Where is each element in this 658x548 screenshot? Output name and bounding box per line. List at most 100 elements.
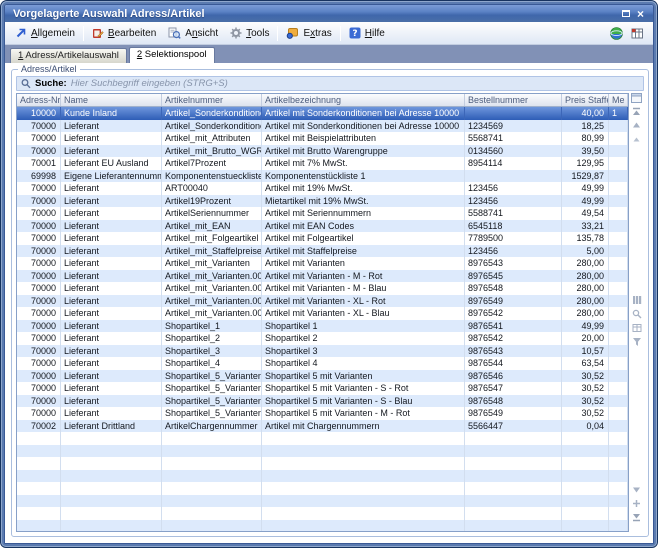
edit-icon <box>92 27 104 39</box>
table-row[interactable]: 70000LieferantShopartikel_1Shopartikel 1… <box>17 320 628 333</box>
cell: Lieferant <box>61 220 162 233</box>
cell <box>609 495 628 508</box>
cell <box>465 457 562 470</box>
column-chooser-icon[interactable] <box>631 93 642 103</box>
table-row[interactable]: 70000LieferantShopartikel_4Shopartikel 4… <box>17 357 628 370</box>
go-bottom-icon[interactable] <box>631 512 642 522</box>
cell <box>609 245 628 258</box>
restore-button[interactable] <box>618 7 633 21</box>
column-header-artikelbezeichnung[interactable]: Artikelbezeichnung <box>262 94 465 106</box>
table-row[interactable]: 70000LieferantShopartikel_5_Varianten.3S… <box>17 407 628 420</box>
column-header-preis-staffel-1[interactable]: Preis Staffel 1 <box>562 94 609 106</box>
column-header-name[interactable]: Name <box>61 94 162 106</box>
empty-row[interactable] <box>17 457 628 470</box>
table-row[interactable]: 70002Lieferant DrittlandArtikelChargennu… <box>17 420 628 433</box>
go-top-icon[interactable] <box>631 106 642 116</box>
search-field[interactable]: Suche: Hier Suchbegriff eingeben (STRG+S… <box>16 76 644 91</box>
cell <box>609 507 628 520</box>
cell <box>162 482 262 495</box>
cell: 20,00 <box>562 332 609 345</box>
content-panel: Adress/Artikel Suche: Hier Suchbegriff e… <box>5 63 653 543</box>
cell: 49,99 <box>562 195 609 208</box>
column-header-artikelnummer[interactable]: Artikelnummer <box>162 94 262 106</box>
cell <box>609 270 628 283</box>
table-row[interactable]: 69998Eigene Lieferantennummer -FirmaKomp… <box>17 170 628 183</box>
add-row-icon[interactable] <box>631 498 642 508</box>
table-row[interactable]: 10000Kunde InlandArtikel_Sonderkondition… <box>17 107 628 120</box>
table-row[interactable]: 70000LieferantShopartikel_5_VariantenSho… <box>17 370 628 383</box>
table-row[interactable]: 70000LieferantArtikel_SonderkonditionenA… <box>17 120 628 133</box>
empty-row[interactable] <box>17 507 628 520</box>
cell: Shopartikel 3 <box>262 345 465 358</box>
table-icon[interactable] <box>631 323 642 333</box>
close-button[interactable]: × <box>633 7 648 21</box>
table-row[interactable]: 70000LieferantArtikel_mit_StaffelpreiseA… <box>17 245 628 258</box>
tab-selektionspool[interactable]: 2 Selektionspool <box>129 47 215 63</box>
column-header-bestellnummer[interactable]: Bestellnummer <box>465 94 562 106</box>
table-row[interactable]: 70000LieferantART00040Artikel mit 19% Mw… <box>17 182 628 195</box>
table-row[interactable]: 70000LieferantShopartikel_5_Varianten.2S… <box>17 395 628 408</box>
menu-item-tools[interactable]: Tools <box>224 25 275 41</box>
cell: Artikel mit Sonderkonditionen bei Adress… <box>262 107 465 120</box>
table-row[interactable]: 70000LieferantShopartikel_2Shopartikel 2… <box>17 332 628 345</box>
empty-row[interactable] <box>17 520 628 532</box>
export-grid-icon[interactable] <box>631 27 644 40</box>
cell: 70000 <box>17 370 61 383</box>
toolbar-right <box>610 27 649 40</box>
menu-item-extras[interactable]: Extras <box>280 25 337 41</box>
table-row[interactable]: 70000LieferantArtikel_mit_EANArtikel mit… <box>17 220 628 233</box>
table-row[interactable]: 70000LieferantArtikel19ProzentMietartike… <box>17 195 628 208</box>
table-row[interactable]: 70000LieferantArtikel_mit_AttributenArti… <box>17 132 628 145</box>
menu-item-bearbeiten[interactable]: Bearbeiten <box>86 25 162 41</box>
table-row[interactable]: 70000LieferantArtikel_mit_Varianten.004A… <box>17 282 628 295</box>
article-table: Adress-Nr.NameArtikelnummerArtikelbezeic… <box>16 93 629 532</box>
table-row[interactable]: 70000LieferantShopartikel_3Shopartikel 3… <box>17 345 628 358</box>
empty-row[interactable] <box>17 445 628 458</box>
cell: Lieferant <box>61 207 162 220</box>
cell: 9876549 <box>465 407 562 420</box>
cell: Shopartikel 4 <box>262 357 465 370</box>
cell: Lieferant <box>61 370 162 383</box>
tab-adress-artikelauswahl[interactable]: 1 Adress/Artikelauswahl <box>10 48 127 63</box>
scroll-down-icon[interactable] <box>631 484 642 494</box>
cell: Artikel mit Staffelpreise <box>262 245 465 258</box>
columns-icon[interactable] <box>631 295 642 305</box>
table-row[interactable]: 70001Lieferant EU AuslandArtikel7Prozent… <box>17 157 628 170</box>
empty-row[interactable] <box>17 495 628 508</box>
column-header-me[interactable]: Me <box>609 94 628 106</box>
page-up-icon[interactable] <box>631 134 642 144</box>
empty-row[interactable] <box>17 470 628 483</box>
cell: 18,25 <box>562 120 609 133</box>
cell: 70000 <box>17 395 61 408</box>
table-row[interactable]: 70000LieferantArtikel_mit_Varianten.003A… <box>17 270 628 283</box>
menu-item-ansicht[interactable]: Ansicht <box>162 25 224 41</box>
magnifier-icon <box>21 78 31 89</box>
table-row[interactable]: 70000LieferantArtikel_mit_Varianten.005A… <box>17 295 628 308</box>
table-row[interactable]: 70000LieferantArtikel_mit_FolgeartikelAr… <box>17 232 628 245</box>
filter-icon[interactable] <box>631 337 642 347</box>
cell <box>609 370 628 383</box>
table-row[interactable]: 70000LieferantShopartikel_5_Varianten.1S… <box>17 382 628 395</box>
cell: 9876544 <box>465 357 562 370</box>
cell <box>562 470 609 483</box>
cell: 9876543 <box>465 345 562 358</box>
cell: Artikel mit Varianten - M - Rot <box>262 270 465 283</box>
menu-item-hilfe[interactable]: ? Hilfe <box>343 25 391 41</box>
empty-row[interactable] <box>17 432 628 445</box>
table-row[interactable]: 70000LieferantArtikel_mit_VariantenArtik… <box>17 257 628 270</box>
search-grid-icon[interactable] <box>631 309 642 319</box>
cell: Artikel mit Varianten - M - Blau <box>262 282 465 295</box>
cell <box>609 220 628 233</box>
menu-item-allgemein[interactable]: Allgemein <box>9 25 81 41</box>
cell <box>465 520 562 532</box>
cell: Artikel mit Seriennummern <box>262 207 465 220</box>
column-header-adress-nr-[interactable]: Adress-Nr. <box>17 94 61 106</box>
cell: 70000 <box>17 207 61 220</box>
globe-icon[interactable] <box>610 27 623 40</box>
empty-row[interactable] <box>17 482 628 495</box>
table-row[interactable]: 70000LieferantArtikelSeriennummerArtikel… <box>17 207 628 220</box>
scroll-up-icon[interactable] <box>631 120 642 130</box>
table-row[interactable]: 70000LieferantArtikel_mit_Brutto_WGRArti… <box>17 145 628 158</box>
cell: Lieferant <box>61 232 162 245</box>
table-row[interactable]: 70000LieferantArtikel_mit_Varianten.006A… <box>17 307 628 320</box>
